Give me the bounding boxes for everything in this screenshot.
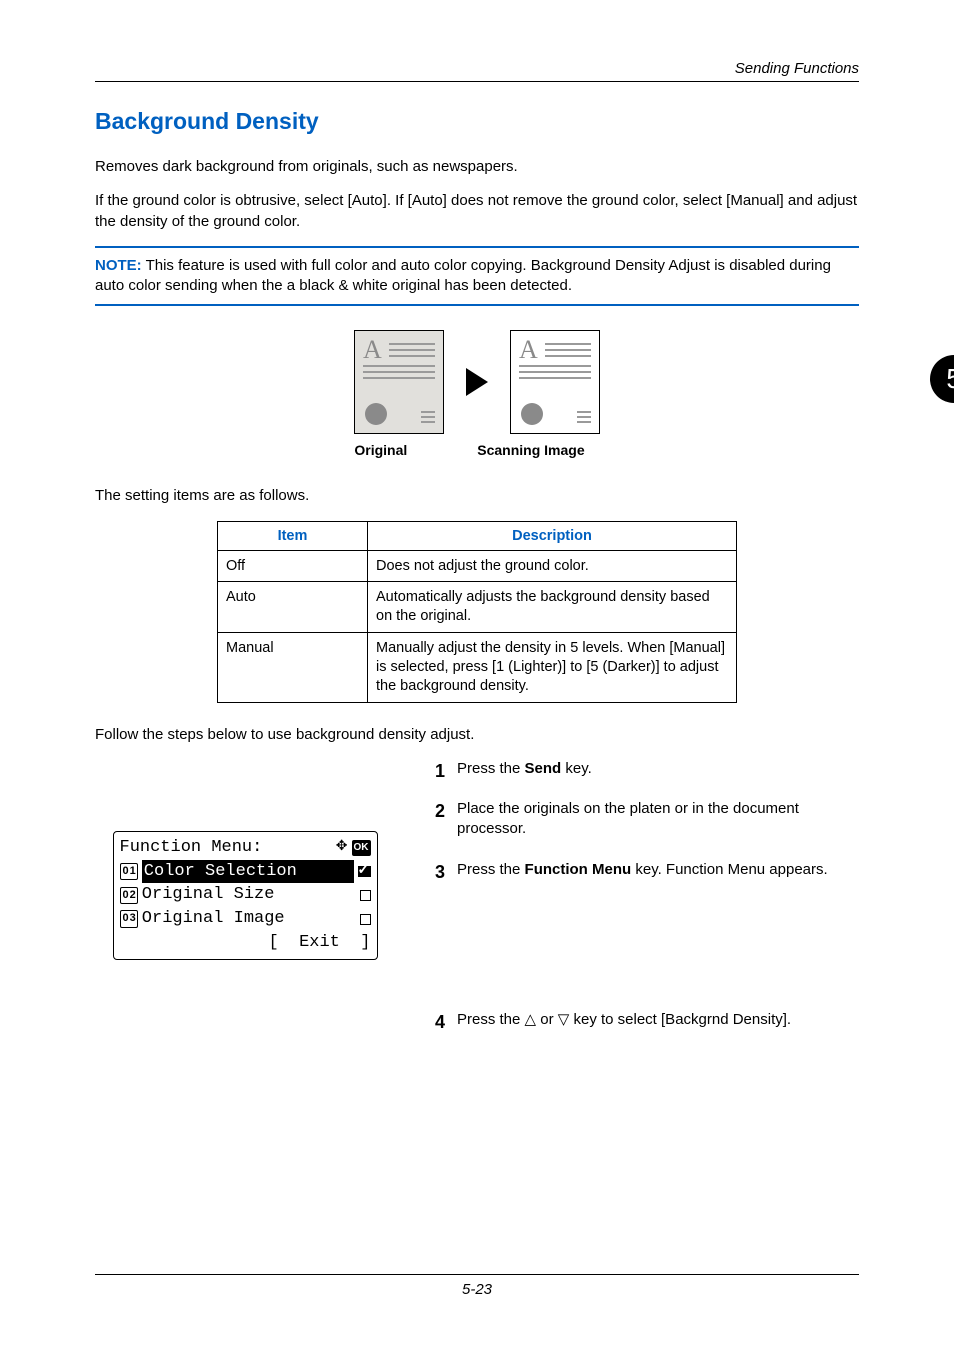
caption-scan: Scanning Image	[477, 442, 584, 458]
step-2: Place the originals on the platen or in …	[419, 799, 859, 840]
pie-icon	[521, 403, 543, 425]
mini-lines-icon	[421, 408, 435, 423]
arrow-right-icon	[466, 368, 488, 396]
checkbox-icon	[360, 890, 371, 901]
lcd-title: Function Menu:	[120, 836, 263, 860]
pie-icon	[365, 403, 387, 425]
down-triangle-icon: ▽	[558, 1011, 570, 1028]
table-row: ManualManually adjust the density in 5 l…	[218, 633, 737, 703]
diagram-captions: Original Scanning Image	[95, 442, 859, 458]
rule-bottom	[95, 1274, 859, 1275]
step-4: Press the △ or ▽ key to select [Backgrnd…	[419, 1010, 859, 1030]
text-lines-icon	[545, 343, 591, 361]
chapter-tab: 5	[930, 355, 954, 403]
ok-badge-icon: OK	[352, 840, 371, 856]
up-triangle-icon: △	[525, 1011, 537, 1028]
checkbox-icon	[360, 914, 371, 925]
caption-original: Original	[354, 442, 407, 458]
letter-a-icon: A	[363, 335, 382, 365]
num-badge-icon: 0 3	[120, 910, 138, 927]
rule-top	[95, 81, 859, 82]
lcd-panel: Function Menu: ✥ OK 0 1 Color Selection …	[113, 831, 378, 960]
intro-paragraph-2: If the ground color is obtrusive, select…	[95, 191, 859, 232]
steps-lead: Follow the steps below to use background…	[95, 725, 859, 745]
text-lines-icon	[363, 365, 435, 383]
page-title: Background Density	[95, 108, 859, 135]
page-number: 5-23	[95, 1281, 859, 1298]
nav-arrows-icon: ✥	[336, 838, 348, 858]
th-item: Item	[218, 521, 368, 550]
lcd-item-selected: Color Selection	[142, 860, 354, 884]
table-row: AutoAutomatically adjusts the background…	[218, 582, 737, 633]
diagram-row: A A	[95, 330, 859, 434]
text-lines-icon	[389, 343, 435, 361]
steps-list: Press the Send key. Place the originals …	[419, 759, 859, 1030]
num-badge-icon: 0 2	[120, 887, 138, 904]
mini-lines-icon	[577, 408, 591, 423]
step-1: Press the Send key.	[419, 759, 859, 779]
step-3: Press the Function Menu key. Function Me…	[419, 860, 859, 990]
note-box: NOTE: This feature is used with full col…	[95, 246, 859, 307]
lcd-item: Original Size	[142, 883, 356, 907]
letter-a-icon: A	[519, 335, 538, 365]
note-body: This feature is used with full color and…	[95, 257, 831, 294]
lcd-exit: [ Exit ]	[268, 931, 370, 955]
thumb-scanned: A	[510, 330, 600, 434]
intro-paragraph-1: Removes dark background from originals, …	[95, 157, 859, 177]
table-lead: The setting items are as follows.	[95, 486, 859, 506]
lcd-item: Original Image	[142, 907, 356, 931]
options-table: Item Description OffDoes not adjust the …	[217, 521, 737, 703]
note-label: NOTE:	[95, 257, 142, 274]
running-head: Sending Functions	[95, 60, 859, 77]
table-row: OffDoes not adjust the ground color.	[218, 550, 737, 582]
num-badge-icon: 0 1	[120, 863, 138, 880]
thumb-original: A	[354, 330, 444, 434]
th-desc: Description	[368, 521, 737, 550]
text-lines-icon	[519, 365, 591, 383]
checkmark-icon	[358, 866, 371, 877]
